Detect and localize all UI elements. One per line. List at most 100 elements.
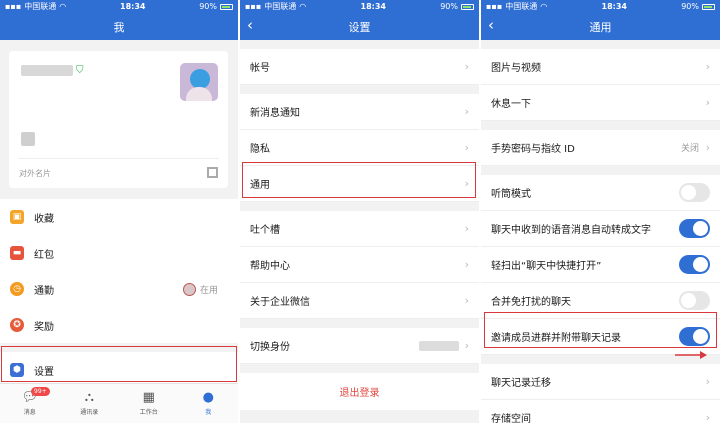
status-bar: ▪▪▪ 中国联通 ◠ 18:34 90% xyxy=(240,0,479,13)
row-label: 存储空间 xyxy=(491,414,531,423)
tab-bar: 💬︎ 消息 99+ ⛬ 通讯录 ▦ 工作台 ● 我 xyxy=(0,383,238,423)
general-item-gesture-password[interactable]: 手势密码与指纹 ID 关闭 › xyxy=(481,130,720,166)
signal-icon: ▪▪▪ xyxy=(5,2,22,11)
chevron-right-icon: › xyxy=(705,411,710,423)
row-label: 隐私 xyxy=(250,144,270,155)
voice-to-text-toggle[interactable] xyxy=(679,219,710,238)
row-label: 新消息通知 xyxy=(250,108,300,119)
row-label: 帐号 xyxy=(250,63,270,74)
earpiece-mode-toggle[interactable] xyxy=(679,183,710,202)
qr-code-icon[interactable] xyxy=(207,167,218,178)
person-icon: ● xyxy=(202,390,214,405)
chevron-right-icon: › xyxy=(705,375,710,388)
chevron-right-icon: › xyxy=(464,141,469,154)
battery-icon xyxy=(461,3,474,10)
blurred-company xyxy=(21,132,35,146)
battery-icon xyxy=(220,3,233,10)
tab-messages[interactable]: 💬︎ 消息 99+ xyxy=(0,384,60,423)
general-item-chat-migration[interactable]: 聊天记录迁移 › xyxy=(481,364,720,400)
tab-me[interactable]: ● 我 xyxy=(179,384,239,423)
tab-label: 我 xyxy=(205,409,212,416)
small-avatar xyxy=(182,282,196,296)
box-icon: ▣ xyxy=(10,210,24,224)
tab-contacts[interactable]: ⛬ 通讯录 xyxy=(60,384,120,423)
chevron-right-icon: › xyxy=(464,105,469,118)
settings-item-notifications[interactable]: 新消息通知 › xyxy=(240,94,479,130)
status-bar: ▪▪▪ 中国联通 ◠ 18:34 90% xyxy=(0,0,238,13)
medal-icon: ✪ xyxy=(10,318,24,332)
row-label: 合并免打扰的聊天 xyxy=(491,297,571,308)
wifi-icon: ◠ xyxy=(59,2,67,11)
row-label: 吐个槽 xyxy=(250,225,280,236)
settings-item-help[interactable]: 帮助中心 › xyxy=(240,247,479,283)
chevron-right-icon: › xyxy=(464,294,469,307)
menu-item-label: 通勤 xyxy=(34,285,54,297)
grid-icon: ▦ xyxy=(142,390,155,405)
clock-icon: ◷ xyxy=(10,282,24,296)
menu-item-commute[interactable]: ◷ 通勤 在用 xyxy=(0,271,238,307)
row-label: 手势密码与指纹 ID xyxy=(491,144,575,155)
invite-highlight-box xyxy=(484,312,717,348)
back-icon[interactable]: ‹ xyxy=(247,16,253,34)
row-label: 图片与视频 xyxy=(491,63,541,74)
row-label: 聊天记录迁移 xyxy=(491,378,551,389)
chevron-right-icon: › xyxy=(705,60,710,73)
me-screen: ▪▪▪中国联通◠ 18:34 90% 我 ⛉ 对外名片 ▣ 收藏 ▬ 红包 xyxy=(0,0,238,423)
signal-icon: ▪▪▪ xyxy=(245,2,262,11)
settings-item-account[interactable]: 帐号 › xyxy=(240,49,479,85)
unread-badge: 99+ xyxy=(31,387,50,396)
carrier: 中国联通 xyxy=(505,2,538,11)
clock: 18:34 xyxy=(601,2,627,11)
logout-button[interactable]: 退出登录 xyxy=(240,373,479,410)
menu-item-red-envelope[interactable]: ▬ 红包 xyxy=(0,235,238,271)
settings-item-feedback[interactable]: 吐个槽 › xyxy=(240,211,479,247)
in-use-label: 在用 xyxy=(199,285,218,296)
general-item-storage[interactable]: 存储空间 › xyxy=(481,400,720,423)
general-item-take-a-break[interactable]: 休息一下 › xyxy=(481,85,720,121)
settings-highlight-box xyxy=(1,346,237,382)
merge-muted-toggle[interactable] xyxy=(679,291,710,310)
blurred-username xyxy=(21,65,73,76)
chevron-right-icon: › xyxy=(705,96,710,109)
row-label: 聊天中收到的语音消息自动转成文字 xyxy=(491,225,651,236)
tab-label: 通讯录 xyxy=(80,409,99,416)
clock: 18:34 xyxy=(360,2,386,11)
page-title: 通用 xyxy=(589,20,612,34)
tab-workbench[interactable]: ▦ 工作台 xyxy=(119,384,179,423)
clock: 18:34 xyxy=(120,2,146,11)
menu-item-rewards[interactable]: ✪ 奖励 xyxy=(0,307,238,343)
contacts-icon: ⛬ xyxy=(84,390,94,405)
settings-item-privacy[interactable]: 隐私 › xyxy=(240,130,479,166)
row-label: 关于企业微信 xyxy=(250,297,310,308)
settings-item-about[interactable]: 关于企业微信 › xyxy=(240,283,479,319)
business-card-label: 对外名片 xyxy=(19,169,51,178)
back-icon[interactable]: ‹ xyxy=(488,16,494,34)
chevron-right-icon: › xyxy=(464,222,469,235)
general-item-swipe-quick-open: 轻扫出“聊天中快捷打开” xyxy=(481,247,720,283)
chevron-right-icon: › xyxy=(464,339,469,352)
chevron-right-icon: › xyxy=(705,141,710,154)
settings-item-switch-identity[interactable]: 切换身份 › xyxy=(240,328,479,364)
page-title: 设置 xyxy=(348,20,371,34)
divider xyxy=(18,158,219,159)
general-highlight-box xyxy=(242,162,476,198)
battery-percent: 90% xyxy=(681,2,699,11)
general-item-earpiece-mode: 听筒模式 xyxy=(481,175,720,211)
row-value: 关闭 xyxy=(680,144,699,154)
menu-item-favorites[interactable]: ▣ 收藏 xyxy=(0,199,238,235)
row-label: 切换身份 xyxy=(250,342,290,353)
swipe-quick-open-toggle[interactable] xyxy=(679,255,710,274)
battery-icon xyxy=(702,3,715,10)
battery-percent: 90% xyxy=(199,2,217,11)
pointer-arrow-icon xyxy=(675,351,707,359)
general-item-photos-videos[interactable]: 图片与视频 › xyxy=(481,49,720,85)
menu-item-label: 红包 xyxy=(34,249,54,261)
nav-bar: ‹ 设置 xyxy=(240,13,479,40)
row-label: 轻扫出“聊天中快捷打开” xyxy=(491,261,602,272)
menu-item-label: 奖励 xyxy=(34,321,54,333)
profile-card[interactable]: ⛉ 对外名片 xyxy=(9,51,228,188)
avatar[interactable] xyxy=(180,63,218,101)
nav-bar: ‹ 通用 xyxy=(481,13,720,40)
tab-label: 工作台 xyxy=(139,409,158,416)
carrier: 中国联通 xyxy=(264,2,297,11)
